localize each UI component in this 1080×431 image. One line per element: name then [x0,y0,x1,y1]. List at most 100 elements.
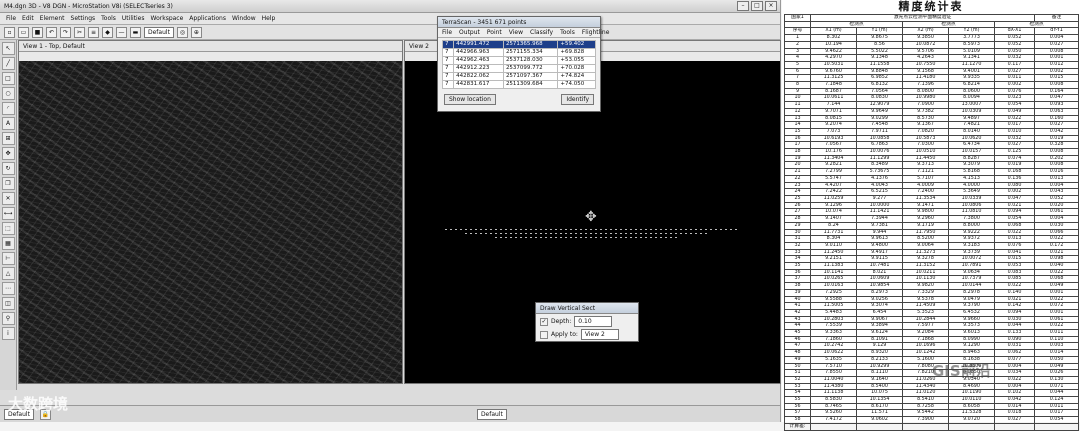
fence-tool-icon[interactable]: ⬚ [1,222,15,235]
table-cell: 11.7731 [810,228,857,237]
table-cell: 0.133 [993,329,1036,337]
arc-tool-icon[interactable]: ◜ [1,102,15,115]
table-cell: 0.042 [993,396,1036,404]
linestyle-icon[interactable]: — [116,26,127,38]
terrain-tool-icon[interactable]: △ [1,267,15,280]
menu-window[interactable]: Window [232,15,256,22]
menu-applications[interactable]: Applications [189,15,226,22]
table-cell: 0.030 [1034,221,1080,230]
table-cell: 9.2151 [810,255,857,263]
table-cell: 0.125 [993,148,1036,156]
table-cell: 8.5973 [948,40,995,49]
table-cell: 41 [784,302,811,310]
cut-icon[interactable]: ✂ [74,26,85,38]
open-file-icon[interactable]: ▭ [18,26,29,38]
menu-file[interactable]: File [6,15,16,22]
move-tool-icon[interactable]: ✥ [1,147,15,160]
table-row: 16 10.6193 10.0858 10.5873 10.0620 0.032 0.019 [784,134,1080,143]
menu-settings[interactable]: Settings [71,15,96,22]
table-cell: 9.3079 [948,161,995,170]
accudraw-icon[interactable]: ⊕ [190,26,202,38]
menu-edit[interactable]: Edit [22,15,34,22]
menu-workspace[interactable]: Workspace [151,15,184,22]
menu-help[interactable]: Help [262,15,276,22]
undo-icon[interactable]: ↶ [46,26,57,38]
ts-menu-file[interactable]: File [442,29,452,36]
view-1-window[interactable]: View 1 - Top, Default [18,40,403,384]
line-tool-icon[interactable]: ╱ [1,57,15,70]
table-cell: 8.1110 [856,369,903,377]
circle-tool-icon[interactable]: ○ [1,87,15,100]
header-mid: 激光点云检测平面精度验证 [809,14,1036,22]
ts-menu-classify[interactable]: Classify [530,29,553,36]
table-cell: 54 [784,389,811,398]
table-row[interactable]: 7 442912.223 2537099.772 +70.028 [441,64,596,73]
table-cell: 10.0622 [810,349,857,357]
menu-utilities[interactable]: Utilities [122,15,145,22]
table-cell: 9.3363 [810,329,857,337]
menu-tools[interactable]: Tools [101,15,116,22]
cell-tool-icon[interactable]: ⊞ [1,132,15,145]
select-tool-icon[interactable]: ↖ [1,42,15,55]
redo-icon[interactable]: ↷ [60,26,71,38]
save-icon[interactable]: ■ [32,26,43,38]
maximize-button[interactable]: □ [751,1,763,11]
table-cell: 0.110 [1034,335,1080,344]
minimize-button[interactable]: – [737,1,749,11]
table-row[interactable]: 7 442966.963 2571155.334 +69.828 [441,48,596,57]
menu-element[interactable]: Element [40,15,65,22]
table-cell: 4.1376 [856,174,903,183]
table-cell: 7.3329 [902,288,949,297]
table-row[interactable]: 7 442991.472 2571365.968 +59.402 [441,40,596,49]
depth-checkbox[interactable]: ✓ [540,317,548,326]
close-button[interactable]: × [765,1,777,11]
watermark-right: GIS前沿 [932,362,991,380]
points-tool-icon[interactable]: ⋯ [1,282,15,295]
ts-menu-point[interactable]: Point [487,29,502,36]
info-tool-icon[interactable]: i [1,327,15,340]
text-tool-icon[interactable]: A [1,117,15,130]
table-cell: 0.050 [1034,355,1080,364]
zoom-tool-icon[interactable]: ⚲ [1,312,15,325]
rectangle-tool-icon[interactable]: □ [1,72,15,85]
table-cell: 11.3273 [902,248,949,257]
delete-tool-icon[interactable]: ✕ [1,192,15,205]
apply-checkbox[interactable] [540,330,548,339]
level-icon[interactable]: ≡ [88,26,99,38]
level-combo[interactable]: Default [144,26,174,38]
snap-icon[interactable]: ◎ [176,26,188,38]
table-cell: 0.017 [993,121,1036,129]
ts-menu-view[interactable]: View [509,29,523,36]
color-icon[interactable]: ◆ [102,26,113,38]
weight-icon[interactable]: ▬ [130,26,141,38]
identify-button[interactable]: Identify [561,94,594,105]
new-file-icon[interactable]: ▫ [4,26,15,38]
copy-tool-icon[interactable]: ❐ [1,177,15,190]
table-cell: 0.004 [1034,215,1080,223]
point-cloud-top-view[interactable] [19,61,402,383]
measure-tool-icon[interactable]: ⟷ [1,207,15,220]
ts-menu-tools[interactable]: Tools [560,29,575,36]
table-row[interactable]: 7 442831.617 2511309.684 +74.050 [441,80,596,89]
rotate-tool-icon[interactable]: ↻ [1,162,15,175]
table-cell: 0.063 [1034,107,1080,116]
dimension-tool-icon[interactable]: ⊢ [1,252,15,265]
table-cell: 1 [784,34,811,42]
depth-input[interactable]: 0.10 [574,316,613,327]
table-cell: 8.0600 [948,87,995,96]
status-combo[interactable]: Default [476,408,507,420]
pattern-tool-icon[interactable]: ▦ [1,237,15,250]
table-row[interactable]: 7 442962.463 2537128.030 +53.055 [441,56,596,65]
view-tool-icon[interactable]: ◫ [1,297,15,310]
table-cell: 9.0602 [856,416,903,424]
table-cell: 5.5747 [810,174,857,183]
table-cell: 9.9115 [856,255,903,263]
table-cell: 10.0076 [856,148,903,156]
table-row[interactable]: 7 442822.062 2571097.367 +74.824 [441,72,596,81]
table-row: 31 8.304 9.9613 8.5200 9.9372 0.013 0.022 [784,235,1080,243]
table-cell: 10.1141 [810,268,857,277]
ts-menu-flightline[interactable]: Flightline [582,29,610,36]
show-location-button[interactable]: Show location [444,94,496,105]
apply-select[interactable]: View 2 [580,329,619,340]
ts-menu-output[interactable]: Output [459,29,480,36]
